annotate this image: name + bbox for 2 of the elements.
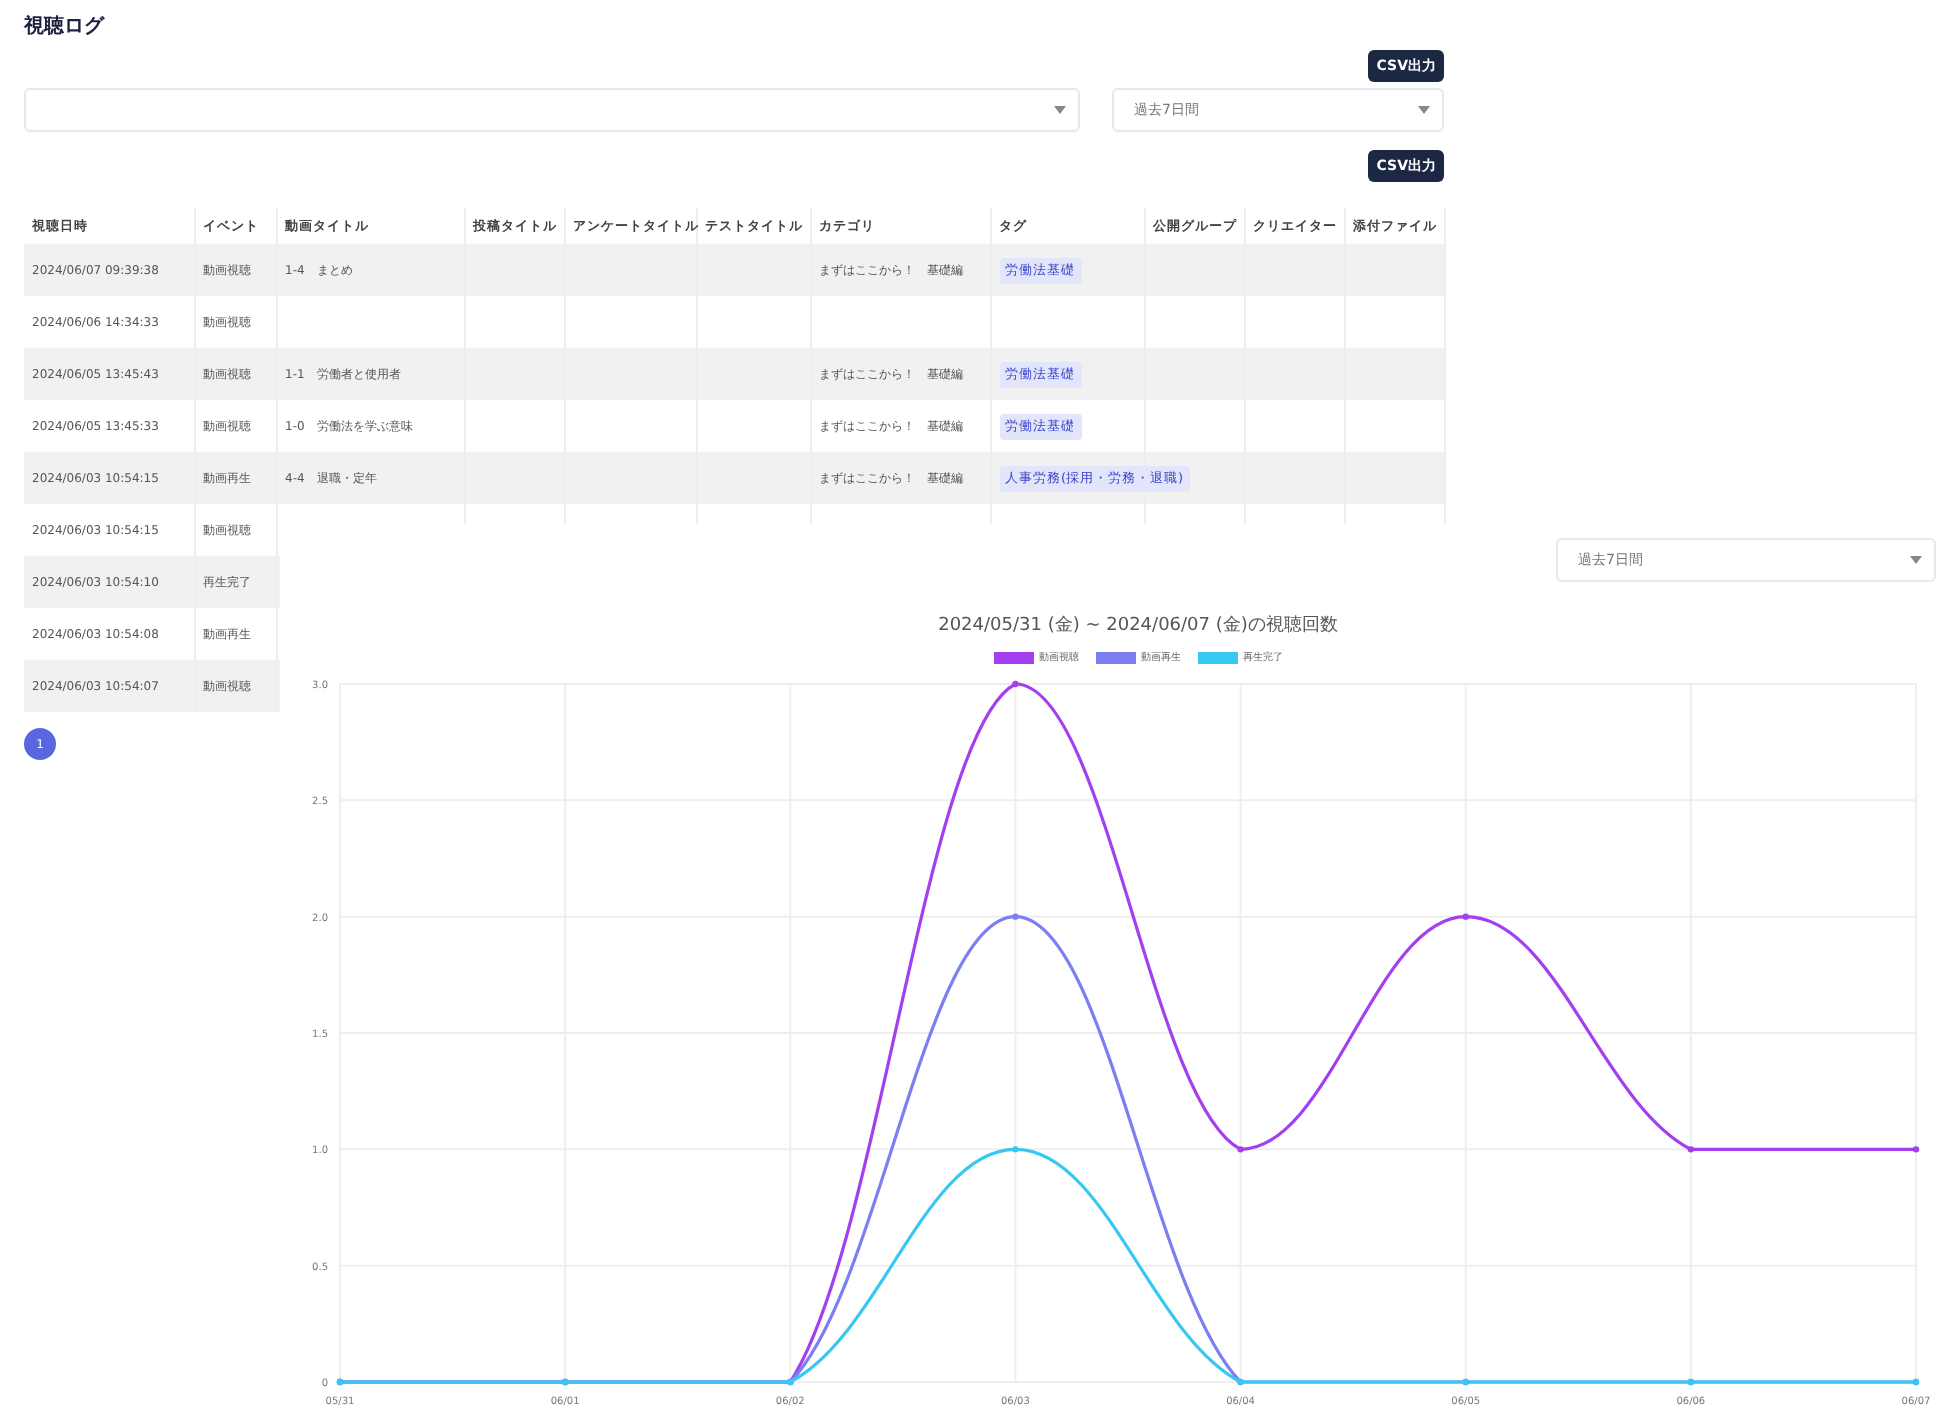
chart-title: 2024/05/31 (金) ~ 2024/06/07 (金)の視聴回数 — [936, 613, 1340, 638]
page-title: 視聴ログ — [24, 13, 107, 42]
